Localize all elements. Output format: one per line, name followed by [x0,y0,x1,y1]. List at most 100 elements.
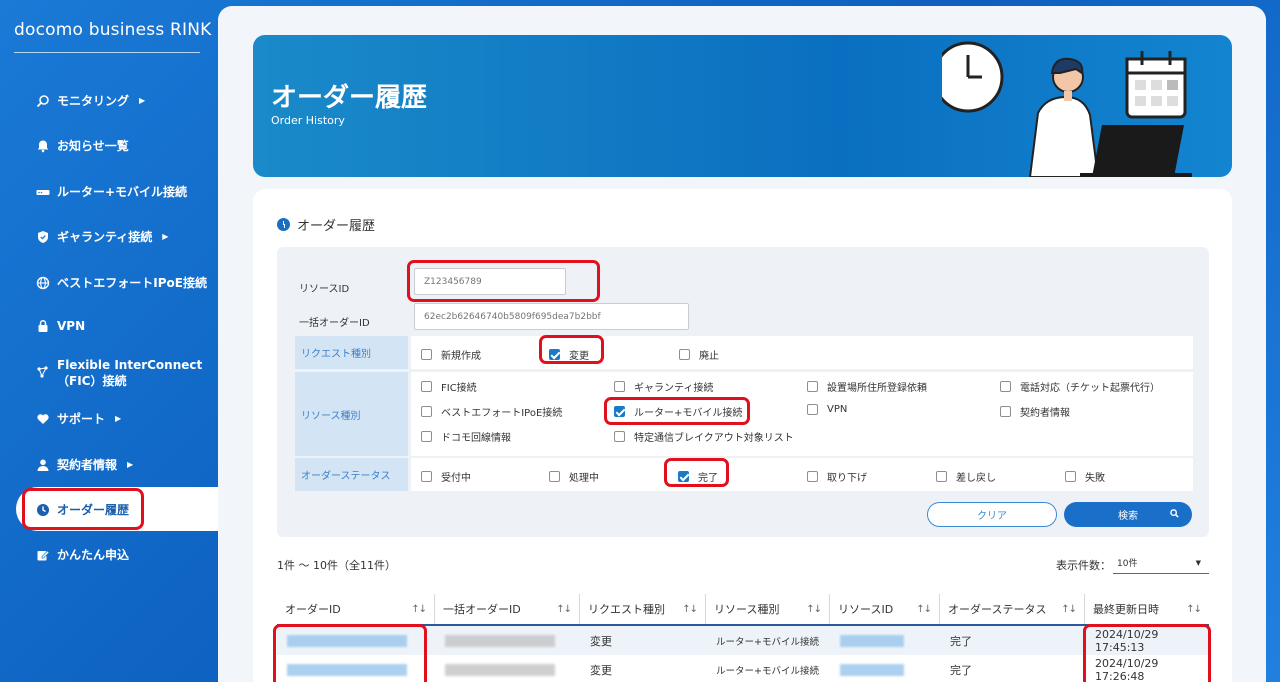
checkbox-box[interactable] [421,349,432,360]
search-button-label: 検索 [1118,511,1138,522]
redacted-bulk-order-id [445,664,555,676]
checkbox-box[interactable] [679,349,690,360]
checkbox-box[interactable] [549,471,560,482]
column-header-last-updated[interactable]: 最終更新日時 ↑↓ [1085,594,1209,624]
column-header-order-status[interactable]: オーダーステータス ↑↓ [940,594,1085,624]
sidebar-item-notices[interactable]: お知らせ一覧 [36,137,129,154]
sidebar-item-label: ギャランティ接続 [57,230,153,244]
checkbox-resource-guaranty[interactable]: ギャランティ接続 [614,379,713,394]
checkbox-status-failed[interactable]: 失敗 [1065,469,1105,484]
checkbox-label: 失敗 [1085,473,1105,484]
sort-arrows-icon[interactable]: ↑↓ [1186,604,1202,615]
monitor-search-icon [36,94,50,108]
checkbox-status-complete[interactable]: 完了 [678,469,718,484]
sort-arrows-icon[interactable]: ↑↓ [411,604,427,615]
checkbox-box[interactable] [549,349,560,360]
sort-arrows-icon[interactable]: ↑↓ [1061,604,1077,615]
redacted-order-id[interactable] [287,635,407,647]
brand-divider [14,52,200,53]
redacted-order-id[interactable] [287,664,407,676]
checkbox-label: 処理中 [569,473,599,484]
sidebar-item-router-mobile[interactable]: ルーター+モバイル接続 [36,183,187,200]
sort-arrows-icon[interactable]: ↑↓ [916,604,932,615]
sidebar-item-vpn[interactable]: VPN [36,319,85,333]
sort-arrows-icon[interactable]: ↑↓ [806,604,822,615]
cell-last-updated: 2024/10/29 17:45:13 [1095,627,1159,654]
sidebar-item-easy-apply[interactable]: かんたん申込 [36,546,129,563]
brand-logo[interactable]: docomo business RINK [14,20,212,40]
checkbox-request-change[interactable]: 変更 [549,347,589,362]
checkbox-status-received[interactable]: 受付中 [421,469,471,484]
per-page-select[interactable]: 10件 ▼ [1113,552,1209,574]
sidebar-item-fic[interactable]: Flexible InterConnect （FIC）接続 [36,357,202,389]
sidebar-item-best-effort-ipoe[interactable]: ベストエフォートIPoE接続 [36,274,207,291]
search-button[interactable]: 検索 [1064,502,1192,527]
column-header-resource-id[interactable]: リソースID ↑↓ [830,594,940,624]
clock-icon [277,218,290,231]
checkbox-box[interactable] [807,471,818,482]
search-icon [1170,509,1179,518]
checkbox-request-abolish[interactable]: 廃止 [679,347,719,362]
checkbox-resource-vpn[interactable]: VPN [807,404,847,415]
redacted-resource-id[interactable] [840,664,904,676]
resource-id-label: リソースID [299,284,350,295]
redacted-resource-id[interactable] [840,635,904,647]
sidebar-item-contractor-info[interactable]: 契約者情報 ▶ [36,456,133,473]
checkbox-resource-contractor[interactable]: 契約者情報 [1000,404,1070,419]
checkbox-box[interactable] [1065,471,1076,482]
sidebar-item-label: 契約者情報 [57,458,118,472]
checkbox-box[interactable] [421,381,432,392]
resource-id-input[interactable] [414,268,566,295]
checkbox-box[interactable] [614,431,625,442]
sort-arrows-icon[interactable]: ↑↓ [556,604,572,615]
checkbox-box[interactable] [1000,381,1011,392]
checkbox-box[interactable] [421,406,432,417]
checkbox-resource-best-effort[interactable]: ベストエフォートIPoE接続 [421,404,562,419]
checkbox-label: 契約者情報 [1020,408,1070,419]
checkbox-box[interactable] [1000,406,1011,417]
checkbox-label: ベストエフォートIPoE接続 [441,408,563,419]
cell-request-type: 変更 [590,634,612,648]
table-row[interactable]: 変更 ルーター+モバイル接続 完了 2024/10/29 17:45:13 [277,626,1209,655]
sort-arrows-icon[interactable]: ↑↓ [682,604,698,615]
checkbox-request-new[interactable]: 新規作成 [421,347,481,362]
sidebar-item-label: お知らせ一覧 [57,139,129,153]
column-header-label: オーダーID [285,603,341,616]
checkbox-box[interactable] [678,471,689,482]
checkbox-label: VPN [827,404,848,415]
checkbox-resource-install-address[interactable]: 設置場所住所登録依頼 [807,379,927,394]
checkbox-box[interactable] [807,381,818,392]
lock-icon [36,319,50,333]
checkbox-box[interactable] [421,471,432,482]
checkbox-resource-fic[interactable]: FIC接続 [421,379,477,394]
bulk-order-id-input[interactable] [414,303,689,330]
checkbox-resource-phone-support[interactable]: 電話対応（チケット起票代行） [1000,379,1160,394]
shield-icon [36,230,50,244]
sidebar-item-support[interactable]: サポート ▶ [36,410,121,427]
column-header-request-type[interactable]: リクエスト種別 ↑↓ [580,594,706,624]
checkbox-status-withdrawn[interactable]: 取り下げ [807,469,867,484]
sidebar-item-monitoring[interactable]: モニタリング ▶ [36,92,145,109]
checkbox-label: FIC接続 [441,383,477,394]
sidebar-item-guaranty[interactable]: ギャランティ接続 ▶ [36,228,168,245]
checkbox-box[interactable] [936,471,947,482]
sidebar-item-label: モニタリング [57,94,130,108]
page-subtitle: Order History [271,114,345,127]
clear-button[interactable]: クリア [927,502,1057,527]
main-panel: オーダー履歴 Order History オーダー履歴 リソースID Z1234… [218,6,1266,682]
section-title: オーダー履歴 [277,215,375,234]
checkbox-resource-breakout-list[interactable]: 特定通信ブレイクアウト対象リスト [614,429,794,444]
checkbox-status-returned[interactable]: 差し戻し [936,469,996,484]
column-header-label: リクエスト種別 [588,603,665,616]
checkbox-box[interactable] [614,406,625,417]
column-header-bulk-order-id[interactable]: 一括オーダーID ↑↓ [435,594,580,624]
checkbox-box[interactable] [807,404,818,415]
checkbox-box[interactable] [421,431,432,442]
checkbox-box[interactable] [614,381,625,392]
column-header-resource-type[interactable]: リソース種別 ↑↓ [706,594,830,624]
checkbox-resource-router-mobile[interactable]: ルーター+モバイル接続 [614,404,742,419]
table-row[interactable]: 変更 ルーター+モバイル接続 完了 2024/10/29 17:26:48 [277,655,1209,682]
checkbox-resource-docomo-line[interactable]: ドコモ回線情報 [421,429,511,444]
checkbox-status-processing[interactable]: 処理中 [549,469,599,484]
column-header-order-id[interactable]: オーダーID ↑↓ [277,594,435,624]
